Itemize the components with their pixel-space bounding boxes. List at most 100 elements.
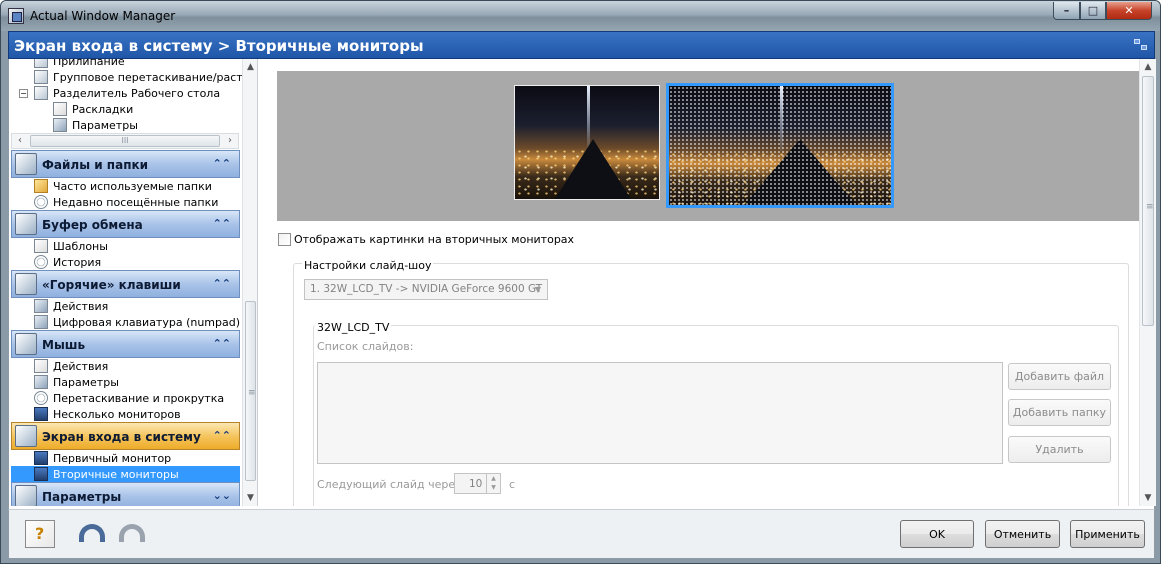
ok-button[interactable]: OK [900,520,974,548]
sidebar-item-templates[interactable]: Шаблоны [34,238,108,254]
sidebar-item-recent-folders[interactable]: Недавно посещённые папки [34,194,218,210]
maximize-button[interactable]: □ [1080,2,1106,20]
sidebar-item-hotkey-actions[interactable]: Действия [34,298,108,314]
selection-overlay [669,86,891,205]
undo-arrow-shape [79,524,105,542]
slideshow-group-label: Настройки слайд-шоу [302,259,434,272]
grip-icon: ≡ [248,388,256,398]
multi-monitor-icon [34,407,48,421]
tree-item-label: Групповое перетаскивание/растягивание [53,70,257,84]
secondary-monitors-icon [34,467,48,481]
delete-button[interactable]: Удалить [1008,436,1111,463]
add-folder-button[interactable]: Добавить папку [1008,399,1111,426]
layouts-icon [53,102,67,116]
sidebar-item-label: Цифровая клавиатура (numpad) [53,315,241,329]
redo-arrow-shape [119,524,145,542]
scroll-left-arrow-icon[interactable]: ‹ [12,134,28,148]
dropdown-arrow-icon[interactable]: ▼ [531,282,545,297]
collapse-icon[interactable]: − [19,88,28,98]
category-options[interactable]: Параметры ⌄⌄ [11,482,240,506]
chevron-down-icon[interactable]: ⌄⌄ [213,489,231,502]
actions-icon [34,299,48,313]
pyramid-decoration [555,139,632,199]
chevron-up-icon[interactable]: ⌃⌃ [213,429,231,442]
cancel-button[interactable]: Отменить [985,520,1060,548]
scroll-right-arrow-icon[interactable]: › [222,134,238,148]
monitor-group-label: 32W_LCD_TV [315,321,392,334]
slides-list[interactable] [317,362,1003,464]
interval-stepper[interactable]: 10 ▲ ▼ [454,473,501,494]
scroll-down-arrow-icon[interactable]: ▼ [243,490,257,506]
undo-icon[interactable] [79,520,109,548]
monitor-select[interactable]: 1. 32W_LCD_TV -> NVIDIA GeForce 9600 GT … [304,279,548,300]
minimize-button[interactable]: – [1053,2,1080,20]
grip-icon: ≡ [1146,202,1154,212]
client-area: Прилипание Групповое перетаскивание/раст… [8,59,1156,509]
category-logon-screen[interactable]: Экран входа в систему ⌃⌃ [11,422,240,450]
monitor-1-preview[interactable] [514,85,660,200]
history-icon [34,255,48,269]
nav-vertical-scrollbar[interactable]: ▲ ≡ ▼ [242,59,257,506]
category-mouse[interactable]: Мышь ⌃⌃ [11,330,240,358]
chevron-up-icon[interactable]: ⌃⌃ [213,277,231,290]
desktop-divider-icon [34,86,48,100]
scroll-thumb[interactable]: III [30,135,220,147]
chevron-up-icon[interactable]: ⌃⌃ [213,217,231,230]
chevron-up-icon[interactable]: ⌃⌃ [213,337,231,350]
monitor-2-preview[interactable] [666,83,894,208]
category-label: Буфер обмена [42,218,143,232]
add-file-button[interactable]: Добавить файл [1008,363,1111,390]
category-files-folders[interactable]: Файлы и папки ⌃⌃ [11,150,240,178]
nav-horizontal-scrollbar[interactable]: ‹ III › [11,133,239,149]
chevron-up-icon[interactable]: ⌃⌃ [213,157,231,170]
sidebar-item-history[interactable]: История [34,254,101,270]
redo-icon[interactable] [119,520,149,548]
tree-item-label: Прилипание [53,59,125,68]
settings-panel: Отображать картинки на вторичных монитор… [273,59,1139,506]
drag-scroll-icon [34,391,48,405]
tree-item-label: Параметры [72,118,138,132]
show-images-checkbox[interactable] [278,233,291,246]
sidebar-item-multi-monitor[interactable]: Несколько мониторов [34,406,181,422]
monitor-preview [277,71,1139,221]
tree-item-desktop-divider[interactable]: − Разделитель Рабочего стола [19,85,220,101]
scroll-up-arrow-icon[interactable]: ▲ [1140,59,1156,75]
sidebar-item-label: Первичный монитор [53,451,172,465]
tree-item-group-drag[interactable]: Групповое перетаскивание/растягивание [34,69,257,85]
show-images-option[interactable]: Отображать картинки на вторичных монитор… [278,233,574,246]
help-icon[interactable] [25,520,55,548]
spin-arrows-icon[interactable]: ▲ ▼ [486,474,500,493]
tree-item-partial[interactable]: Прилипание [34,59,125,69]
window-layout-icon[interactable] [1134,39,1148,51]
sidebar-item-label: Часто используемые папки [53,179,212,193]
monitor-select-value: 1. 32W_LCD_TV -> NVIDIA GeForce 9600 GT [310,283,543,295]
close-button[interactable]: ✕ [1106,2,1152,20]
category-label: Экран входа в систему [42,430,201,444]
scroll-thumb[interactable]: ≡ [245,301,256,481]
sidebar-item-numpad[interactable]: Цифровая клавиатура (numpad) [34,314,240,330]
title-bar[interactable]: Actual Window Manager – □ ✕ [1,1,1160,31]
category-label: «Горячие» клавиши [42,278,181,292]
sidebar-item-secondary-monitors[interactable]: Вторичные мониторы [11,466,240,482]
scroll-thumb[interactable]: ≡ [1142,76,1154,326]
category-clipboard[interactable]: Буфер обмена ⌃⌃ [11,210,240,238]
sidebar-item-primary-monitor[interactable]: Первичный монитор [34,450,171,466]
scroll-up-arrow-icon[interactable]: ▲ [243,59,257,75]
recent-icon [34,195,48,209]
category-hotkeys[interactable]: «Горячие» клавиши ⌃⌃ [11,270,240,298]
app-icon[interactable] [8,8,24,24]
primary-monitor-icon [34,451,48,465]
pane-splitter[interactable] [258,59,273,506]
sidebar-item-mouse-actions[interactable]: Действия [34,358,108,374]
sidebar-nav: Прилипание Групповое перетаскивание/раст… [9,59,258,506]
sidebar-item-mouse-settings[interactable]: Параметры [34,374,119,390]
sidebar-item-drag-scroll[interactable]: Перетаскивание и прокрутка [34,390,224,406]
scroll-down-arrow-icon[interactable]: ▼ [1140,490,1156,506]
apply-button[interactable]: Применить [1070,520,1145,548]
category-label: Параметры [42,490,122,504]
tree-item-layouts[interactable]: Раскладки [53,101,133,117]
tree-item-divider-settings[interactable]: Параметры [53,117,138,133]
sidebar-item-favorite-folders[interactable]: Часто используемые папки [34,178,212,194]
group-drag-icon [34,70,48,84]
content-vertical-scrollbar[interactable]: ▲ ≡ ▼ [1139,59,1156,506]
